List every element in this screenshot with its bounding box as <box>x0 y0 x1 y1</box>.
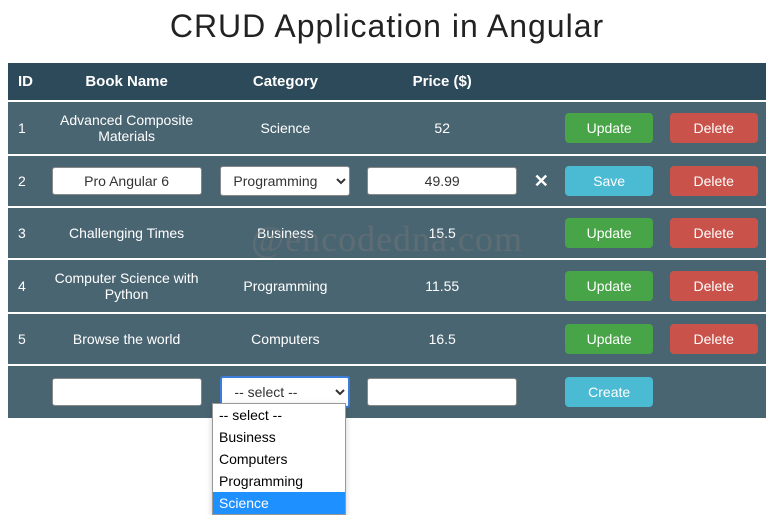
cell-category: Computers <box>212 313 359 365</box>
update-button[interactable]: Update <box>565 271 653 301</box>
header-name: Book Name <box>41 63 212 101</box>
header-category: Category <box>212 63 359 101</box>
delete-button[interactable]: Delete <box>670 271 758 301</box>
table-row-new: -- select -- Create <box>8 365 766 418</box>
cell-id: 3 <box>8 207 41 259</box>
delete-button[interactable]: Delete <box>670 218 758 248</box>
header-blank-3 <box>661 63 766 101</box>
create-button[interactable]: Create <box>565 377 653 407</box>
new-price-input[interactable] <box>367 378 517 406</box>
edit-price-input[interactable] <box>367 167 517 195</box>
cell-extra <box>526 313 557 365</box>
table-row: 5 Browse the world Computers 16.5 Update… <box>8 313 766 365</box>
edit-name-input[interactable] <box>52 167 202 195</box>
cell-price: 16.5 <box>359 313 526 365</box>
cell-price: 15.5 <box>359 207 526 259</box>
cell-extra <box>526 365 557 418</box>
header-blank-2 <box>557 63 662 101</box>
save-button[interactable]: Save <box>565 166 653 196</box>
cell-name: Browse the world <box>41 313 212 365</box>
crud-table: ID Book Name Category Price ($) 1 Advanc… <box>8 63 766 418</box>
cell-extra <box>526 207 557 259</box>
cell-price: 52 <box>359 101 526 155</box>
cell-category: Programming <box>212 259 359 313</box>
header-blank-1 <box>526 63 557 101</box>
table-row: 1 Advanced Composite Materials Science 5… <box>8 101 766 155</box>
cell-category: Business <box>212 207 359 259</box>
new-name-input[interactable] <box>52 378 202 406</box>
update-button[interactable]: Update <box>565 218 653 248</box>
update-button[interactable]: Update <box>565 324 653 354</box>
dropdown-option[interactable]: Programming <box>213 470 345 492</box>
cell-id: 4 <box>8 259 41 313</box>
update-button[interactable]: Update <box>565 113 653 143</box>
header-id: ID <box>8 63 41 101</box>
delete-button[interactable]: Delete <box>670 166 758 196</box>
header-price: Price ($) <box>359 63 526 101</box>
table-row: 3 Challenging Times Business 15.5 Update… <box>8 207 766 259</box>
cell-name: Computer Science with Python <box>41 259 212 313</box>
dropdown-option[interactable]: Business <box>213 426 345 448</box>
cell-extra <box>526 259 557 313</box>
cell-blank <box>661 365 766 418</box>
dropdown-option[interactable]: Computers <box>213 448 345 470</box>
delete-button[interactable]: Delete <box>670 324 758 354</box>
table-row-editing: 2 Programming ✕ Save Delete <box>8 155 766 207</box>
table-row: 4 Computer Science with Python Programmi… <box>8 259 766 313</box>
cell-category: Science <box>212 101 359 155</box>
page-title: CRUD Application in Angular <box>8 8 766 45</box>
category-dropdown-list[interactable]: -- select -- Business Computers Programm… <box>212 403 346 515</box>
cell-id: 5 <box>8 313 41 365</box>
cell-name: Challenging Times <box>41 207 212 259</box>
cell-id: 1 <box>8 101 41 155</box>
edit-category-select[interactable]: Programming <box>220 166 350 196</box>
cell-id-empty <box>8 365 41 418</box>
cell-name: Advanced Composite Materials <box>41 101 212 155</box>
cell-price: 11.55 <box>359 259 526 313</box>
delete-button[interactable]: Delete <box>670 113 758 143</box>
cell-extra <box>526 101 557 155</box>
dropdown-option-placeholder[interactable]: -- select -- <box>213 404 345 426</box>
close-icon[interactable]: ✕ <box>534 171 549 191</box>
dropdown-option-selected[interactable]: Science <box>213 492 345 514</box>
cell-id: 2 <box>8 155 41 207</box>
